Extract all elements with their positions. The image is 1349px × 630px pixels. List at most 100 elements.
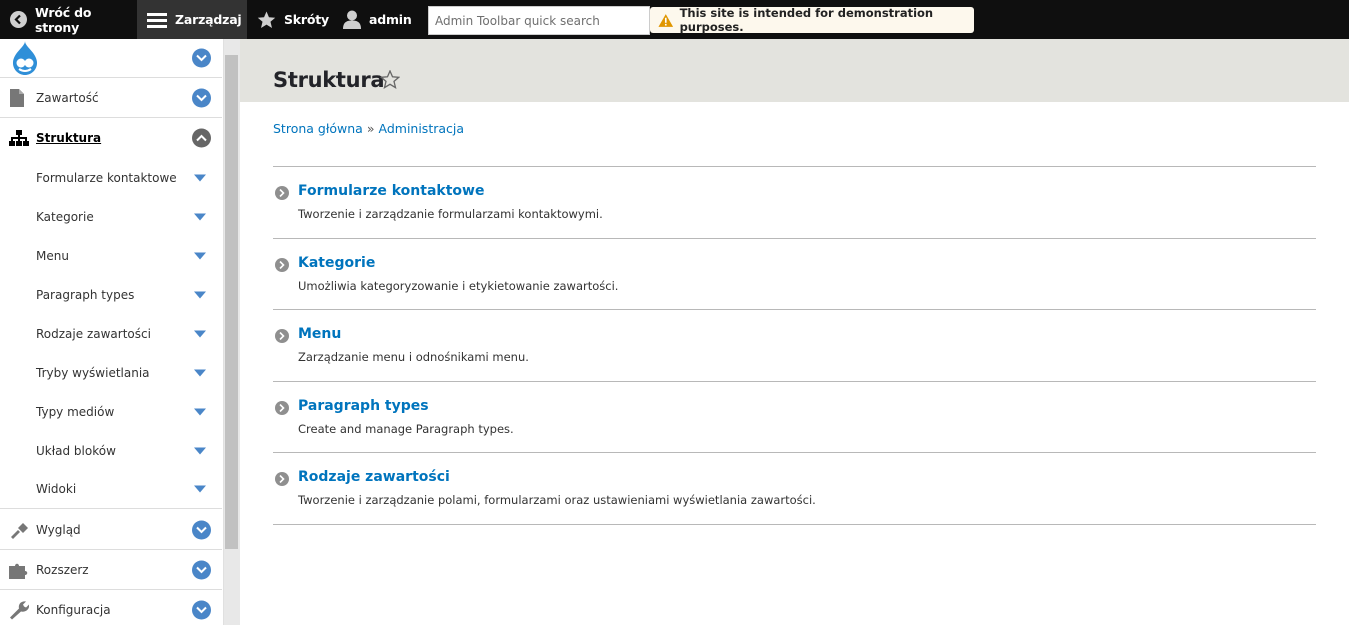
list-item: Formularze kontaktowe Tworzenie i zarząd… bbox=[273, 167, 1316, 239]
triangle-down-icon[interactable] bbox=[194, 330, 206, 337]
sidebar-subitem-view-modes[interactable]: Tryby wyświetlania bbox=[0, 353, 222, 392]
puzzle-icon bbox=[9, 563, 28, 579]
entry-description: Umożliwia kategoryzowanie i etykietowani… bbox=[298, 278, 619, 293]
manage-tab[interactable]: Zarządzaj bbox=[137, 0, 247, 39]
sidebar-item-label: Struktura bbox=[36, 131, 102, 145]
sidebar-subitem-label: Paragraph types bbox=[36, 287, 135, 302]
triangle-down-icon[interactable] bbox=[194, 252, 206, 259]
sidebar-item-configuration[interactable]: Konfiguracja bbox=[0, 590, 222, 630]
page-header: Struktura bbox=[240, 39, 1349, 102]
breadcrumb-separator: » bbox=[366, 121, 375, 136]
sidebar-subitem-categories[interactable]: Kategorie bbox=[0, 197, 222, 236]
entry-title-link[interactable]: Kategorie bbox=[298, 255, 375, 271]
user-tab[interactable]: admin bbox=[329, 0, 419, 39]
chevron-right-circle-icon bbox=[275, 472, 289, 486]
triangle-down-icon[interactable] bbox=[194, 291, 206, 298]
structure-icon bbox=[9, 130, 29, 146]
manage-label: Zarządzaj bbox=[175, 12, 242, 27]
configuration-toggle-button[interactable] bbox=[192, 600, 211, 620]
brush-icon bbox=[11, 522, 28, 539]
warning-icon bbox=[658, 13, 674, 27]
admin-list: Formularze kontaktowe Tworzenie i zarząd… bbox=[273, 166, 1316, 525]
back-to-site-link[interactable]: Wróć do strony bbox=[0, 0, 137, 39]
file-icon bbox=[10, 88, 24, 107]
main-content: Struktura Strona główna» Administracja Fo… bbox=[240, 39, 1349, 625]
demo-notice-text: This site is intended for demonstration … bbox=[679, 6, 934, 34]
user-label: admin bbox=[369, 12, 412, 27]
sidebar-subitem-label: Formularze kontaktowe bbox=[36, 170, 177, 185]
triangle-down-icon[interactable] bbox=[194, 213, 206, 220]
appearance-toggle-button[interactable] bbox=[192, 520, 211, 539]
sidebar-subitem-label: Menu bbox=[36, 248, 69, 263]
entry-description: Tworzenie i zarządzanie polami, formular… bbox=[298, 493, 816, 507]
list-item: Paragraph types Create and manage Paragr… bbox=[273, 382, 1316, 453]
sidebar-item-label: Rozszerz bbox=[36, 562, 89, 577]
sidebar-scroll-thumb[interactable] bbox=[225, 55, 238, 549]
wrench-icon bbox=[10, 601, 29, 620]
sidebar-logo-row bbox=[0, 39, 222, 78]
user-icon bbox=[343, 10, 361, 29]
chevron-down-icon bbox=[196, 54, 207, 62]
structure-toggle-button[interactable] bbox=[192, 128, 211, 148]
entry-title-link[interactable]: Paragraph types bbox=[298, 398, 429, 414]
chevron-right-circle-icon bbox=[275, 329, 289, 343]
entry-title-link[interactable]: Menu bbox=[298, 326, 341, 342]
admin-toolbar: Wróć do strony Zarządzaj Skróty admin Th… bbox=[0, 0, 1349, 39]
sidebar-item-extend[interactable]: Rozszerz bbox=[0, 550, 222, 590]
sidebar-item-label: Wygląd bbox=[36, 522, 81, 537]
triangle-down-icon[interactable] bbox=[194, 485, 206, 493]
toolbar-search-input[interactable] bbox=[428, 6, 650, 35]
breadcrumb-link-home[interactable]: Strona główna bbox=[273, 121, 363, 136]
breadcrumb: Strona główna» Administracja bbox=[273, 121, 464, 136]
list-item: Menu Zarządzanie menu i odnośnikami menu… bbox=[273, 310, 1316, 382]
sidebar-item-label: Zawartość bbox=[36, 90, 99, 105]
page-title: Struktura bbox=[273, 68, 385, 92]
chevron-down-icon bbox=[196, 526, 207, 533]
entry-title-link[interactable]: Rodzaje zawartości bbox=[298, 469, 450, 485]
sidebar-subitem-media-types[interactable]: Typy mediów bbox=[0, 392, 222, 431]
sidebar-subitem-menu[interactable]: Menu bbox=[0, 236, 222, 275]
hamburger-icon bbox=[147, 12, 167, 28]
sidebar-item-structure[interactable]: Struktura bbox=[0, 118, 222, 158]
logo-toggle-button[interactable] bbox=[192, 48, 211, 68]
demo-notice: This site is intended for demonstration … bbox=[650, 6, 974, 34]
sidebar-item-label: Konfiguracja bbox=[36, 603, 111, 617]
sidebar-item-content[interactable]: Zawartość bbox=[0, 78, 222, 118]
triangle-down-icon[interactable] bbox=[194, 369, 206, 376]
sidebar-subitem-contact-forms[interactable]: Formularze kontaktowe bbox=[0, 158, 222, 197]
chevron-right-circle-icon bbox=[275, 257, 289, 272]
triangle-down-icon[interactable] bbox=[194, 447, 206, 454]
chevron-left-circle-icon bbox=[10, 11, 27, 28]
sidebar-subitem-label: Typy mediów bbox=[36, 404, 115, 419]
triangle-down-icon[interactable] bbox=[194, 408, 206, 415]
chevron-down-icon bbox=[196, 94, 207, 101]
entry-description: Create and manage Paragraph types. bbox=[298, 421, 514, 436]
chevron-down-icon bbox=[196, 606, 207, 614]
sidebar-subitem-views[interactable]: Widoki bbox=[0, 470, 222, 509]
extend-toggle-button[interactable] bbox=[192, 560, 211, 579]
breadcrumb-link-administration[interactable]: Administracja bbox=[379, 121, 465, 136]
sidebar-subitem-content-types[interactable]: Rodzaje zawartości bbox=[0, 314, 222, 353]
sidebar-subitem-paragraph-types[interactable]: Paragraph types bbox=[0, 275, 222, 314]
drupal-logo-icon bbox=[12, 41, 38, 75]
sidebar-subitem-label: Widoki bbox=[36, 482, 77, 496]
shortcuts-label: Skróty bbox=[284, 12, 329, 27]
sidebar-subitem-label: Rodzaje zawartości bbox=[36, 326, 151, 341]
star-icon bbox=[257, 10, 276, 28]
shortcuts-tab[interactable]: Skróty bbox=[247, 0, 329, 39]
sidebar-subitem-block-layout[interactable]: Układ bloków bbox=[0, 431, 222, 470]
star-outline-icon[interactable] bbox=[380, 70, 400, 89]
back-to-site-label: Wróć do strony bbox=[35, 4, 92, 35]
entry-description: Tworzenie i zarządzanie formularzami kon… bbox=[298, 207, 603, 221]
sidebar-subitem-label: Tryby wyświetlania bbox=[36, 365, 150, 380]
chevron-right-circle-icon bbox=[275, 400, 289, 415]
entry-title-link[interactable]: Formularze kontaktowe bbox=[298, 183, 484, 199]
chevron-right-circle-icon bbox=[275, 186, 289, 200]
content-toggle-button[interactable] bbox=[192, 88, 211, 107]
sidebar-scrollbar[interactable] bbox=[224, 39, 240, 625]
admin-sidebar: Zawartość Struktura Formularze kontaktow… bbox=[0, 39, 224, 625]
sidebar-item-appearance[interactable]: Wygląd bbox=[0, 510, 222, 550]
triangle-down-icon[interactable] bbox=[194, 174, 206, 181]
list-item: Kategorie Umożliwia kategoryzowanie i et… bbox=[273, 239, 1316, 310]
sidebar-subitem-label: Kategorie bbox=[36, 209, 94, 224]
